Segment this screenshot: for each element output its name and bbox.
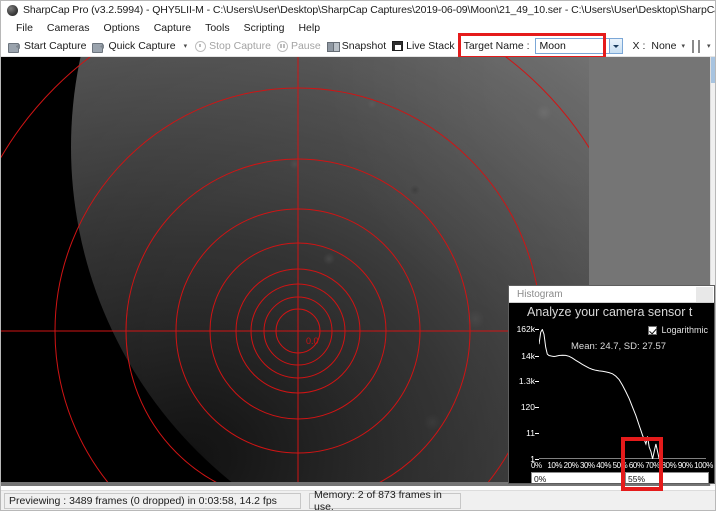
stop-capture-label: Stop Capture bbox=[209, 40, 271, 52]
scrollbar-thumb[interactable] bbox=[711, 57, 715, 83]
histogram-x-tick: 100% bbox=[694, 461, 713, 470]
histogram-y-tick: 162k bbox=[516, 324, 535, 334]
histogram-plot bbox=[539, 329, 706, 459]
histogram-window[interactable]: Histogram Analyze your camera sensor t L… bbox=[508, 285, 715, 484]
histogram-y-tick: 14k bbox=[521, 350, 535, 361]
status-preview: Previewing : 3489 frames (0 dropped) in … bbox=[4, 492, 301, 509]
menu-item-tools[interactable]: Tools bbox=[198, 21, 237, 35]
histogram-y-tick-mark bbox=[535, 459, 539, 460]
histogram-level-sliders[interactable]: 0% 55% bbox=[531, 472, 709, 483]
chevron-down-icon[interactable]: ▾ bbox=[702, 42, 715, 50]
stop-capture-button[interactable]: Stop Capture bbox=[192, 37, 274, 56]
histogram-title-bar: Histogram bbox=[509, 286, 714, 303]
histogram-x-tick: 10% bbox=[547, 461, 563, 470]
color-swatch-hatch-icon[interactable] bbox=[698, 39, 700, 53]
chevron-down-icon[interactable]: ▾ bbox=[179, 42, 193, 50]
target-name-group: Target Name : Moon bbox=[457, 32, 623, 59]
histogram-y-tick-mark bbox=[535, 329, 539, 330]
white-point-slider[interactable]: 55% bbox=[626, 472, 709, 483]
histogram-y-tick: 1 bbox=[530, 454, 535, 464]
menu-item-scripting[interactable]: Scripting bbox=[237, 21, 292, 35]
histogram-x-tick: 40% bbox=[596, 461, 612, 470]
histogram-x-tick: 80% bbox=[661, 461, 677, 470]
camera-preview-image[interactable]: 0.0 bbox=[1, 57, 589, 482]
status-bar: Previewing : 3489 frames (0 dropped) in … bbox=[1, 489, 715, 510]
camera-icon bbox=[92, 41, 105, 53]
histogram-x-axis: 0% 10% 20% 30% 40% 50% 60% 70% 80% 90% 100% bbox=[531, 461, 713, 471]
chevron-down-icon[interactable] bbox=[608, 39, 622, 53]
histogram-x-tick: 60% bbox=[628, 461, 644, 470]
x-value[interactable]: None bbox=[651, 40, 676, 52]
pause-label: Pause bbox=[290, 40, 321, 52]
menu-item-file[interactable]: File bbox=[9, 21, 40, 35]
viewport-filler-bottom bbox=[1, 482, 589, 486]
histogram-x-tick: 90% bbox=[677, 461, 693, 470]
stop-circle-icon bbox=[195, 40, 207, 52]
menu-item-help[interactable]: Help bbox=[291, 21, 327, 35]
histogram-heading: Analyze your camera sensor t bbox=[527, 305, 693, 319]
target-name-label: Target Name : bbox=[463, 40, 530, 52]
menu-item-cameras[interactable]: Cameras bbox=[40, 21, 97, 35]
menu-item-capture[interactable]: Capture bbox=[147, 21, 198, 35]
start-capture-label: Start Capture bbox=[24, 40, 87, 52]
pause-button[interactable]: Pause bbox=[274, 37, 324, 56]
histogram-y-tick-mark bbox=[535, 407, 539, 409]
close-icon[interactable] bbox=[696, 286, 713, 302]
histogram-window-title: Histogram bbox=[517, 288, 563, 300]
menu-item-options[interactable]: Options bbox=[97, 21, 147, 35]
histogram-x-tick: 70% bbox=[645, 461, 660, 470]
color-swatch-solid-icon[interactable] bbox=[692, 39, 694, 53]
live-stack-icon bbox=[392, 41, 404, 51]
snapshot-button[interactable]: Snapshot bbox=[324, 37, 389, 56]
histogram-y-tick-mark bbox=[535, 355, 539, 357]
camera-icon bbox=[8, 41, 21, 53]
live-stack-label: Live Stack bbox=[406, 40, 455, 52]
sharpcap-window: SharpCap Pro (v3.2.5994) - QHY5LII-M - C… bbox=[0, 0, 716, 511]
reticle-center-label: 0.0 bbox=[306, 336, 319, 346]
histogram-y-tick-mark bbox=[535, 381, 539, 383]
status-memory: Memory: 2 of 873 frames in use. bbox=[309, 489, 461, 510]
histogram-x-tick: 30% bbox=[579, 461, 595, 470]
histogram-y-tick-mark bbox=[535, 433, 539, 434]
black-point-slider[interactable]: 0% bbox=[531, 472, 626, 483]
histogram-body: Analyze your camera sensor t Logarithmic… bbox=[509, 303, 714, 483]
histogram-y-tick: 11 bbox=[526, 428, 535, 438]
snapshot-label: Snapshot bbox=[341, 40, 387, 52]
start-capture-button[interactable]: Start Capture bbox=[5, 37, 89, 56]
histogram-x-tick: 20% bbox=[563, 461, 579, 470]
histogram-y-tick: 120 bbox=[520, 402, 535, 413]
quick-capture-button[interactable]: Quick Capture bbox=[89, 37, 178, 56]
pause-icon bbox=[276, 40, 288, 52]
target-name-input[interactable]: Moon bbox=[534, 38, 623, 54]
histogram-x-tick: 50% bbox=[612, 461, 628, 470]
target-name-value: Moon bbox=[539, 40, 566, 52]
reticle-overlay bbox=[1, 57, 589, 482]
x-label: X : bbox=[632, 40, 646, 52]
toolbar: Start Capture Quick Capture ▾ Stop Captu… bbox=[1, 32, 715, 59]
histogram-y-tick: 1.3k bbox=[518, 376, 535, 387]
app-icon bbox=[7, 4, 18, 16]
live-stack-button[interactable]: Live Stack bbox=[389, 37, 457, 56]
chevron-down-icon[interactable]: ▾ bbox=[676, 42, 690, 50]
window-title: SharpCap Pro (v3.2.5994) - QHY5LII-M - C… bbox=[23, 4, 716, 16]
title-bar: SharpCap Pro (v3.2.5994) - QHY5LII-M - C… bbox=[1, 1, 716, 19]
menu-bar: File Cameras Options Capture Tools Scrip… bbox=[1, 19, 715, 36]
quick-capture-label: Quick Capture bbox=[108, 40, 176, 52]
snapshot-icon bbox=[326, 41, 340, 52]
